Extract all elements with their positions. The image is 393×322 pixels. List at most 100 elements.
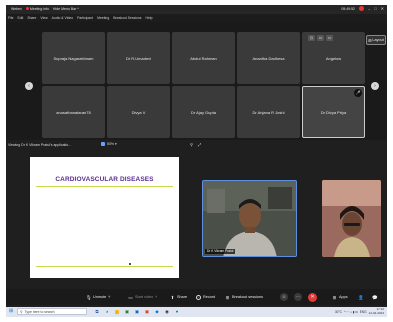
reactions-button[interactable]: ☺ [280,293,288,301]
more-options-button[interactable]: ⋯ [294,293,302,301]
tray-icons[interactable]: ^ ◠ ⌂ ▮ ⧉ [344,310,358,314]
excel-icon[interactable]: ▣ [124,308,130,315]
share-bar: Viewing Dr K Vikram Pratul's applicatio.… [6,141,387,149]
menu-breakout[interactable]: Breakout Sessions [113,16,141,20]
clock-icon[interactable]: ◷ [308,35,315,41]
windows-start-icon[interactable]: ⊞ [9,309,14,314]
task-view-icon[interactable]: ⧉ [94,308,100,315]
share-icon: ⬆ [170,294,175,300]
weather-temp[interactable]: 30°C [335,310,342,314]
participant-name: Dr Anjana R Joshi [252,109,285,115]
participant-name: Divya V [131,109,146,115]
gallery-prev-button[interactable]: ‹ [25,82,33,90]
apps-label: Apps [339,295,348,299]
start-video-label: Start video [135,295,154,299]
mic-muted-icon: 🎙 [86,294,92,300]
webex-app-icon[interactable]: ● [174,308,180,315]
taskbar-search-input[interactable]: ⚲ Type here to search [17,308,87,315]
stage-icon[interactable]: ▭ [317,35,324,41]
participant-tile[interactable]: Divya V [107,86,170,138]
minimize-button[interactable]: – [368,6,370,11]
shared-slide: CARDIOVASCULAR DISEASES [30,157,179,278]
powerpoint-icon[interactable]: ▣ [144,308,150,315]
mic-icon[interactable]: 🎤 [354,89,362,97]
expand-icon[interactable]: ⤢ [198,142,201,147]
hide-menu-bar-button[interactable]: Hide Menu Bar ^ [53,7,79,11]
participant-tile[interactable]: Dr R.Umadevi [107,32,170,84]
chat-button[interactable]: 💬 [372,293,378,301]
participant-tile[interactable]: Dr Ajay Gupta [172,86,235,138]
meeting-timer: 05:49:52 [341,6,355,11]
search-icon: ⚲ [20,309,23,314]
chevron-down-icon: ▾ [115,142,117,146]
breakout-label: Breakout sessions [232,295,264,299]
participant-tile[interactable]: Dr Anjana R Joshi [237,86,300,138]
participant-tile[interactable]: anusathanataran78 [42,86,105,138]
zoom-icon [101,142,105,147]
participant-name: Abdul Rahman [190,55,217,61]
edge-icon[interactable]: ◕ [104,308,110,315]
unmute-label: Unmute [93,295,107,299]
zoom-value: 50% [107,142,115,146]
slide-divider [36,266,173,267]
unmute-button[interactable]: 🎙 Unmute ˅ [86,293,111,301]
grid-icon[interactable]: ▭ [326,35,333,41]
participant-tile[interactable]: Abdul Rahman [172,32,235,84]
store-icon[interactable]: ◆ [154,308,160,315]
meeting-info-button[interactable]: Meeting info [25,7,49,11]
menu-meeting[interactable]: Meeting [97,16,109,20]
chevron-down-icon[interactable]: ˅ [108,295,110,299]
apps-icon: ⊞ [332,294,337,300]
search-icon[interactable]: ⚲ [190,142,193,147]
menu-help[interactable]: Help [146,16,153,20]
record-button[interactable]: Record [196,293,215,301]
app-name: Webex [11,7,22,11]
participant-tile[interactable]: Supraja Nagarathinam [42,32,105,84]
record-label: Record [203,295,216,299]
video-icon: ▭ [128,294,133,300]
close-window-button[interactable]: ✕ [381,6,384,11]
menu-edit[interactable]: Edit [17,16,23,20]
taskbar-apps: ⧉ ◕ ▆ ▣ ▣ ▣ ◆ ◉ ● [94,308,180,315]
participant-video-image [322,180,381,257]
menu-audio-video[interactable]: Audio & Video [52,16,73,20]
title-right: 05:49:52 – □ ✕ [341,6,384,11]
menu-share[interactable]: Share [27,16,36,20]
presenter-video-image [203,181,296,256]
start-video-button[interactable]: ▭ Start video ˅ [128,293,157,301]
meeting-toolbar: 🎙 Unmute ˅ ▭ Start video ˅ ⬆ Share Recor… [6,289,387,305]
layout-icon: ⊞ [368,38,372,43]
file-explorer-icon[interactable]: ▆ [114,308,120,315]
breakout-sessions-button[interactable]: ⊞ Breakout sessions [225,293,263,301]
participants-button[interactable]: 👤 [358,293,364,301]
share-button[interactable]: ⬆ Share [170,293,188,301]
language-indicator[interactable]: ENG [360,310,367,314]
menu-view[interactable]: View [40,16,47,20]
participant-name: Dr R.Umadevi [125,55,152,61]
gallery-next-button[interactable]: › [371,82,379,90]
menu-participant[interactable]: Participant [77,16,93,20]
word-icon[interactable]: ▣ [134,308,140,315]
apps-button[interactable]: ⊞ Apps [332,293,348,301]
title-bar: Webex Meeting info Hide Menu Bar ^ 05:49… [6,5,387,14]
leave-meeting-button[interactable]: ✕ [308,293,317,302]
windows-taskbar: ⊞ ⚲ Type here to search ⧉ ◕ ▆ ▣ ▣ ▣ ◆ ◉ … [6,307,387,317]
recording-indicator-icon [358,6,364,11]
taskbar-clock[interactable]: 17:10 14-04-2023 [369,307,384,315]
zoom-control[interactable]: 50% ▾ [101,142,117,147]
video-participant[interactable] [322,180,381,257]
menu-file[interactable]: File [8,16,13,20]
participant-tile-active[interactable]: Dr Divya Priya 🎤 [302,86,365,138]
participant-tile[interactable]: Anantha Dadhesa [237,32,300,84]
slide-divider [36,186,173,187]
chrome-icon[interactable]: ◉ [164,308,170,315]
title-left: Webex Meeting info Hide Menu Bar ^ [11,7,79,11]
share-label: Share [177,295,188,299]
slide-marker [129,263,131,265]
layout-button[interactable]: ⊞ Layout [366,35,386,45]
search-placeholder: Type here to search [24,309,55,314]
video-presenter[interactable]: Dr K Vikram Pratul [202,180,297,257]
chevron-down-icon[interactable]: ˅ [155,295,157,299]
maximize-button[interactable]: □ [374,6,376,11]
meeting-info-label: Meeting info [29,7,49,11]
